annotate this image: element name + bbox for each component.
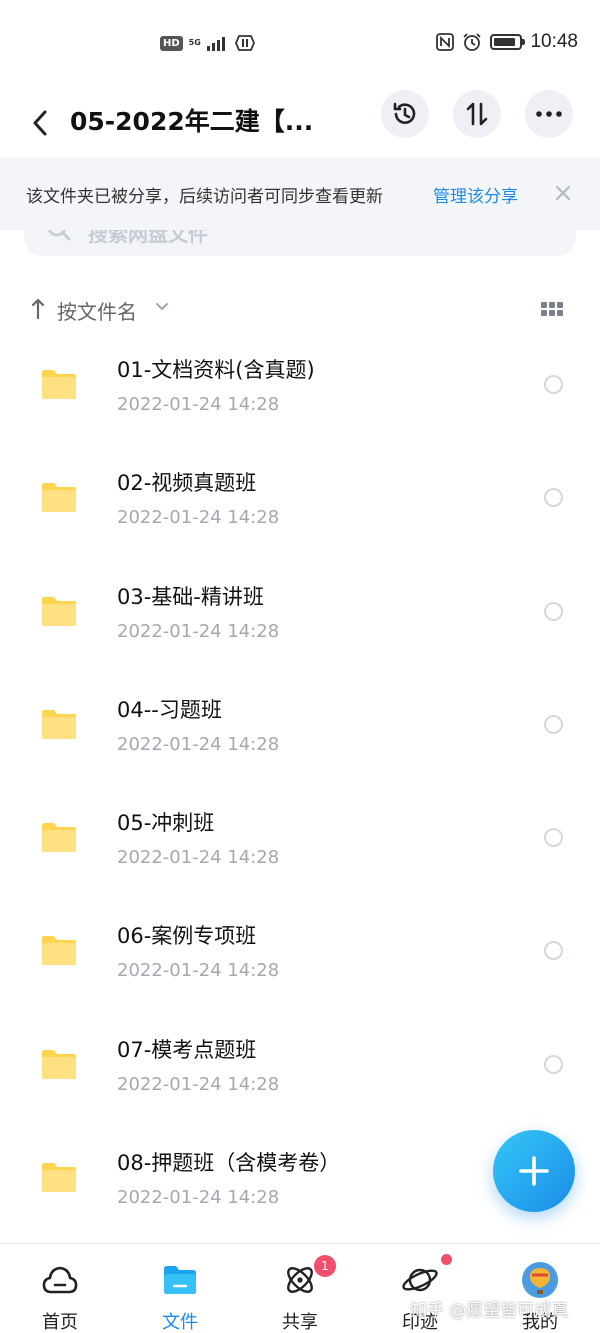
search-icon (48, 230, 71, 241)
file-name: 05-冲刺班 (117, 811, 215, 836)
tab-files[interactable]: 文件 (120, 1244, 240, 1333)
more-icon (536, 111, 562, 117)
file-date: 2022-01-24 14:28 (117, 394, 280, 415)
sort-row: 按文件名 (0, 290, 600, 330)
status-bar: HD 5G 10:48 (0, 0, 600, 88)
file-date: 2022-01-24 14:28 (117, 507, 280, 529)
tab-label: 首页 (42, 1312, 78, 1333)
select-checkbox[interactable] (544, 601, 563, 621)
select-checkbox[interactable] (544, 375, 563, 394)
tab-home[interactable]: 首页 (0, 1244, 120, 1333)
file-date: 2022-01-24 14:28 (117, 1073, 280, 1095)
signal-icon (206, 37, 225, 51)
avatar-balloon-icon (520, 1260, 560, 1300)
close-banner-button[interactable] (548, 178, 578, 208)
page-title: 05-2022年二建【... (70, 107, 314, 136)
list-item[interactable]: 03-基础-精讲班 2022-01-24 14:28 (0, 567, 600, 680)
notification-dot (441, 1254, 452, 1265)
nfc-icon (436, 33, 455, 51)
select-checkbox[interactable] (544, 488, 563, 508)
file-name: 08-押题班（含模考卷） (117, 1151, 341, 1176)
sort-swap-icon (466, 102, 488, 126)
sort-ascending-icon (31, 298, 45, 320)
hd-icon: HD (160, 35, 183, 51)
back-icon (33, 110, 47, 136)
hotspot-icon (234, 35, 255, 51)
file-date: 2022-01-24 14:28 (117, 620, 280, 642)
list-item[interactable]: 04--习题班 2022-01-24 14:28 (0, 680, 600, 793)
folder-icon (42, 483, 76, 513)
folder-icon (160, 1260, 200, 1300)
list-item[interactable]: 01-文档资料(含真题) 2022-01-24 14:28 (0, 340, 600, 453)
folder-icon (42, 936, 76, 966)
watermark: 知乎 @愿望皆可成真 (410, 1301, 569, 1321)
search-placeholder: 搜索网盘文件 (88, 230, 208, 246)
top-nav: 05-2022年二建【... (0, 88, 600, 158)
list-item[interactable]: 05-冲刺班 2022-01-24 14:28 (0, 793, 600, 906)
list-item[interactable]: 02-视频真题班 2022-01-24 14:28 (0, 453, 600, 566)
tab-label: 共享 (282, 1312, 318, 1333)
notification-badge: 1 (314, 1255, 336, 1277)
close-icon (555, 185, 571, 201)
select-checkbox[interactable] (544, 714, 563, 734)
clock: 10:48 (530, 31, 578, 52)
file-name: 07-模考点题班 (117, 1037, 257, 1062)
manage-share-link[interactable]: 管理该分享 (433, 182, 518, 207)
history-icon (393, 102, 416, 124)
select-checkbox[interactable] (544, 828, 563, 848)
file-name: 01-文档资料(含真题) (117, 358, 315, 382)
folder-icon (42, 1163, 76, 1193)
file-date: 2022-01-24 14:28 (117, 847, 280, 869)
select-checkbox[interactable] (544, 941, 563, 961)
alarm-icon (463, 33, 482, 51)
share-message: 该文件夹已被分享，后续访问者可同步查看更新 (26, 187, 383, 207)
search-input[interactable]: 搜索网盘文件 (24, 230, 576, 256)
chevron-down-icon[interactable] (155, 302, 169, 312)
planet-icon (400, 1260, 440, 1300)
more-button[interactable] (525, 90, 573, 138)
file-date: 2022-01-24 14:28 (117, 1187, 280, 1209)
back-button[interactable] (22, 98, 58, 148)
battery-fill (494, 38, 515, 46)
file-name: 03-基础-精讲班 (117, 584, 264, 609)
folder-icon (42, 1049, 76, 1079)
status-left: HD 5G (160, 34, 255, 52)
file-name: 02-视频真题班 (117, 471, 257, 496)
history-button[interactable] (381, 90, 429, 138)
plus-icon (519, 1156, 549, 1186)
network-type: 5G (188, 38, 201, 47)
status-right: 10:48 (436, 31, 578, 53)
file-list: 01-文档资料(含真题) 2022-01-24 14:28 02-视频真题班 2… (0, 340, 600, 1246)
folder-icon (42, 596, 76, 626)
add-button[interactable] (493, 1130, 575, 1212)
file-name: 06-案例专项班 (117, 924, 257, 949)
grid-view-icon[interactable] (541, 302, 563, 318)
folder-icon (42, 823, 76, 853)
tab-share[interactable]: 共享 (240, 1244, 360, 1333)
sort-swap-button[interactable] (453, 90, 501, 138)
folder-icon (42, 370, 76, 399)
sort-by-name-dropdown[interactable]: 按文件名 (57, 296, 137, 325)
list-item[interactable]: 06-案例专项班 2022-01-24 14:28 (0, 906, 600, 1019)
home-cloud-icon (40, 1260, 80, 1300)
folder-icon (42, 709, 76, 739)
battery-icon (490, 34, 526, 50)
file-date: 2022-01-24 14:28 (117, 960, 280, 982)
tab-label: 文件 (162, 1312, 198, 1333)
file-name: 04--习题班 (117, 697, 222, 722)
file-date: 2022-01-24 14:28 (117, 733, 280, 755)
select-checkbox[interactable] (544, 1054, 563, 1074)
list-item[interactable]: 07-模考点题班 2022-01-24 14:28 (0, 1020, 600, 1133)
share-banner: 该文件夹已被分享，后续访问者可同步查看更新 管理该分享 (0, 158, 600, 230)
